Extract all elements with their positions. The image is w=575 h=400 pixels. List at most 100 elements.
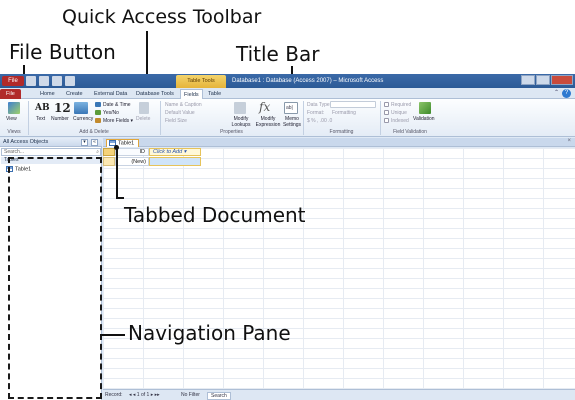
nav-search-placeholder: Search... [4, 149, 25, 155]
record-search-input[interactable]: Search [207, 392, 231, 400]
navigation-pane-highlight [8, 157, 102, 399]
fx-icon[interactable]: fx [259, 100, 270, 114]
text-field-glyph[interactable]: AB [35, 103, 50, 113]
group-add-delete: Add & Delete [79, 129, 109, 135]
close-button[interactable] [551, 75, 573, 85]
memo-settings-label[interactable]: Memo Settings [281, 116, 303, 128]
column-header-id[interactable]: ID [115, 148, 149, 156]
memo-glyph: ab| [286, 105, 293, 111]
yes-no-button[interactable]: Yes/No [103, 110, 119, 116]
title-bar: File Table Tools Database1 : Database (A… [0, 74, 575, 88]
name-caption-button[interactable]: Name & Caption [165, 102, 202, 108]
callout-line-qat-v [146, 31, 148, 77]
modify-lookups-icon[interactable] [234, 102, 246, 114]
ribbon: View Views AB 12 Text Number Currency Da… [0, 99, 575, 137]
no-filter-button[interactable]: No Filter [181, 392, 200, 398]
view-button-label[interactable]: View [6, 116, 17, 122]
record-navigator[interactable]: ◂ ◂ 1 of 1 ▸ ▸▸ [129, 392, 160, 398]
tab-database-tools[interactable]: Database Tools [136, 89, 174, 99]
default-value-button[interactable]: Default Value [165, 110, 195, 116]
date-time-button[interactable]: Date & Time [103, 102, 131, 108]
minimize-button[interactable] [521, 75, 535, 85]
quick-access-toolbar [26, 76, 75, 86]
tab-external-data[interactable]: External Data [94, 89, 127, 99]
tab-file[interactable]: File [0, 89, 21, 99]
date-time-icon [95, 102, 101, 107]
field-size-button[interactable]: Field Size [165, 118, 187, 124]
callout-quick-access-toolbar: Quick Access Toolbar [62, 6, 262, 28]
nav-header-title: All Access Objects [3, 139, 49, 145]
group-field-validation: Field Validation [393, 129, 427, 135]
help-icon[interactable]: ? [562, 89, 571, 98]
data-type-label: Data Type: [307, 102, 332, 108]
group-views: Views [7, 129, 21, 135]
maximize-button[interactable] [536, 75, 550, 85]
validation-button-label[interactable]: Validation [413, 116, 435, 122]
currency-button-label[interactable]: Currency [73, 116, 93, 122]
nav-search-input[interactable]: Search... ⌕ [1, 148, 101, 156]
unique-checkbox[interactable] [384, 110, 389, 115]
view-icon[interactable] [8, 102, 20, 114]
undo-icon[interactable] [39, 76, 49, 86]
tab-create[interactable]: Create [66, 89, 83, 99]
table-tools-context: Table Tools [176, 75, 226, 88]
format-label: Format: [307, 110, 325, 116]
nav-menu-icon[interactable]: ▾ [81, 139, 88, 146]
callout-navigation-pane: Navigation Pane [128, 321, 291, 345]
close-document-icon[interactable]: × [567, 138, 571, 144]
row-selector[interactable] [103, 157, 115, 166]
ribbon-tabs: File Home Create External Data Database … [0, 88, 575, 99]
redo-icon[interactable] [52, 76, 62, 86]
record-label: Record: [105, 392, 123, 398]
callout-line-doc [116, 147, 118, 199]
modify-lookups-label[interactable]: Modify Lookups [228, 116, 254, 128]
tab-table[interactable]: Table [208, 89, 221, 99]
modify-expression-label[interactable]: Modify Expression [254, 116, 282, 128]
yes-no-icon [95, 110, 101, 115]
callout-line-doc-h [116, 197, 124, 199]
new-record-cell[interactable]: (New) [115, 157, 149, 166]
number-button-label[interactable]: Number [51, 116, 69, 122]
select-all-corner[interactable] [103, 148, 115, 156]
tab-fields[interactable]: Fields [180, 89, 203, 99]
search-icon[interactable]: ⌕ [96, 149, 99, 155]
more-fields-icon [95, 118, 101, 123]
file-button[interactable]: File [2, 76, 24, 86]
tab-home[interactable]: Home [40, 89, 55, 99]
callout-file-button: File Button [9, 40, 116, 64]
number-format-buttons[interactable]: $ % , .00 .0 [307, 118, 332, 124]
callout-line-nav [100, 334, 125, 336]
group-formatting: Formatting [329, 129, 354, 135]
nav-header[interactable]: All Access Objects ▾ « [0, 138, 102, 147]
customize-qat-icon[interactable] [65, 76, 75, 86]
window-title: Database1 : Database (Access 2007) – Mic… [232, 78, 384, 84]
format-select[interactable]: Formatting [332, 110, 356, 116]
unique-label: Unique [391, 110, 407, 116]
delete-button-label[interactable]: Delete [136, 116, 150, 122]
required-label: Required [391, 102, 412, 108]
document-tab-table1[interactable]: Table1 [106, 139, 140, 147]
data-type-select[interactable] [330, 101, 376, 108]
ribbon-minimize-icon[interactable]: ⌃ [554, 89, 559, 96]
document-tab-bar: Table1 × [103, 138, 575, 147]
window-controls [521, 75, 573, 85]
validation-icon[interactable] [419, 102, 431, 114]
datasheet-grid[interactable]: ID Click to Add ▾ (New) [103, 148, 575, 389]
text-button-label[interactable]: Text [36, 116, 45, 122]
more-fields-button[interactable]: More Fields ▾ [103, 118, 133, 124]
group-properties: Properties [220, 129, 243, 135]
callout-tabbed-document: Tabbed Document [124, 203, 306, 227]
currency-icon[interactable] [74, 102, 88, 114]
nav-collapse-icon[interactable]: « [91, 139, 98, 146]
delete-icon[interactable] [139, 102, 149, 114]
document-tab-label: Table1 [118, 140, 135, 147]
new-record-add-cell[interactable] [149, 157, 201, 166]
required-checkbox[interactable] [384, 102, 389, 107]
indexed-label: Indexed [391, 118, 409, 124]
click-to-add-column[interactable]: Click to Add ▾ [149, 148, 201, 156]
number-field-glyph[interactable]: 12 [54, 101, 71, 115]
save-icon[interactable] [26, 76, 36, 86]
callout-title-bar: Title Bar [236, 42, 320, 66]
indexed-checkbox[interactable] [384, 118, 389, 123]
record-navigation-bar: Record: ◂ ◂ 1 of 1 ▸ ▸▸ No Filter Search [103, 389, 575, 400]
